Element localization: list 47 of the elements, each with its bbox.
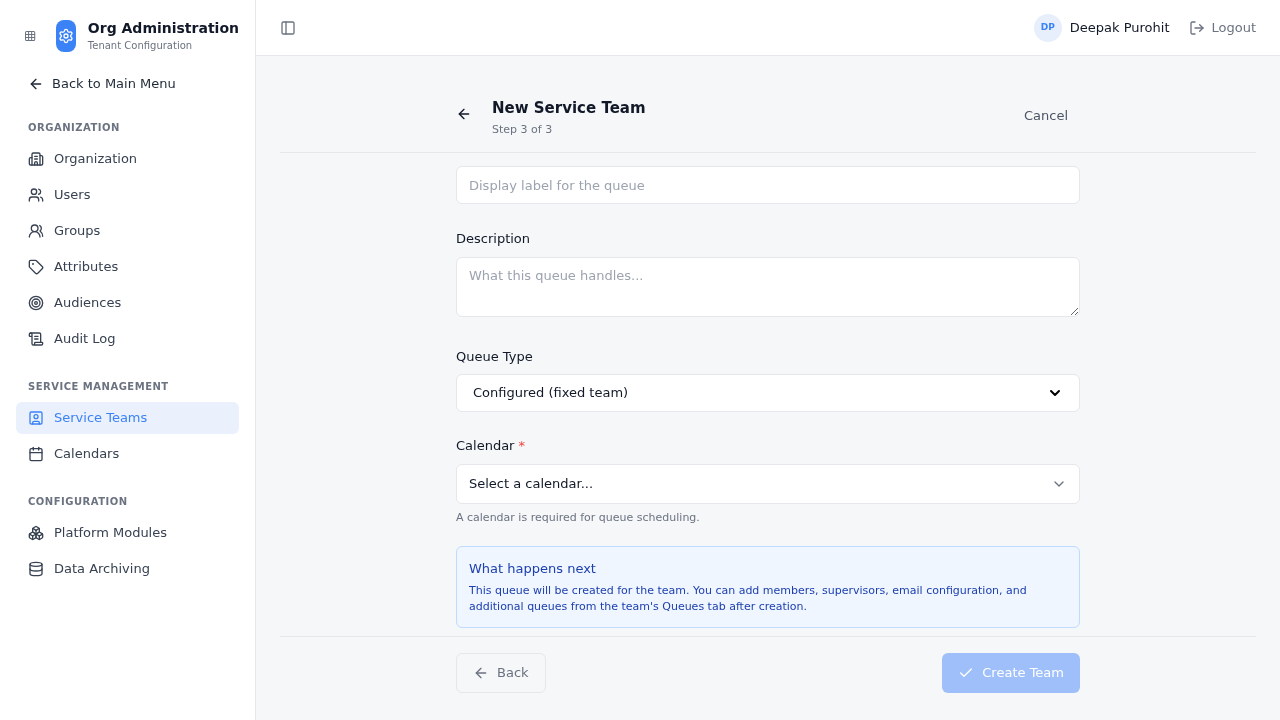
users-icon — [28, 223, 44, 239]
nav-item[interactable]: Attributes — [16, 251, 239, 283]
scroll-icon — [28, 331, 44, 347]
nav-item[interactable]: Users — [16, 179, 239, 211]
nav-item[interactable]: Organization — [16, 143, 239, 175]
target-icon — [28, 295, 44, 311]
step-indicator: Step 3 of 3 — [492, 122, 554, 138]
user-avatar: DP — [1033, 13, 1062, 42]
nav-item[interactable]: Audit Log — [16, 323, 239, 355]
queue-label-field[interactable]: Display label for the queue — [456, 166, 1080, 204]
section-heading: SERVICE MANAGEMENT — [27, 380, 170, 394]
logout-button[interactable]: Logout — [1189, 17, 1256, 38]
back-icon[interactable] — [456, 106, 472, 122]
building-icon — [28, 151, 44, 167]
section-heading: CONFIGURATION — [27, 495, 129, 509]
app-subtitle: Tenant Configuration — [87, 39, 194, 53]
field-label: Queue Type — [456, 347, 534, 366]
required-asterisk: * — [518, 437, 525, 455]
back-button[interactable]: Back — [456, 652, 546, 693]
description-field[interactable]: What this queue handles... — [456, 256, 1080, 317]
nav-item[interactable]: Groups — [16, 215, 239, 247]
users-icon — [28, 187, 44, 203]
contact-card-icon — [28, 410, 44, 426]
nav-item[interactable]: Platform Modules — [16, 517, 239, 549]
page-title: New Service Team — [492, 98, 647, 118]
field-label: Description — [456, 230, 532, 248]
user-name: Deepak Purohit — [1069, 18, 1170, 37]
back-to-main-link[interactable]: Back to Main Menu — [16, 72, 239, 96]
tag-icon — [28, 259, 44, 275]
section-heading: ORGANIZATION — [27, 121, 121, 135]
nav-item[interactable]: Audiences — [16, 287, 239, 319]
calendar-icon — [28, 446, 44, 462]
queue-type-select[interactable]: Configured (fixed team) — [456, 374, 1080, 412]
nav-item[interactable]: Data Archiving — [16, 553, 239, 585]
app-title: Org Administration — [87, 19, 239, 38]
cancel-button[interactable]: Cancel — [1011, 102, 1080, 130]
sidebar-toggle-icon[interactable] — [280, 19, 296, 36]
nav-item[interactable]: Calendars — [16, 438, 239, 470]
info-title: What happens next — [469, 560, 597, 578]
boxes-icon — [28, 525, 44, 541]
logout-icon — [1189, 19, 1206, 36]
settings-icon — [58, 28, 75, 44]
field-label: Calendar * — [456, 436, 1080, 456]
calendar-select[interactable]: Select a calendar... — [456, 463, 1080, 504]
info-text: This queue will be created for the team. You can add members, supervisors, email configuration, and additional queues from the team's Queues tab after creation. — [469, 582, 1028, 615]
field-hint: A calendar is required for queue scheduling. — [456, 509, 701, 526]
database-icon — [28, 561, 44, 577]
